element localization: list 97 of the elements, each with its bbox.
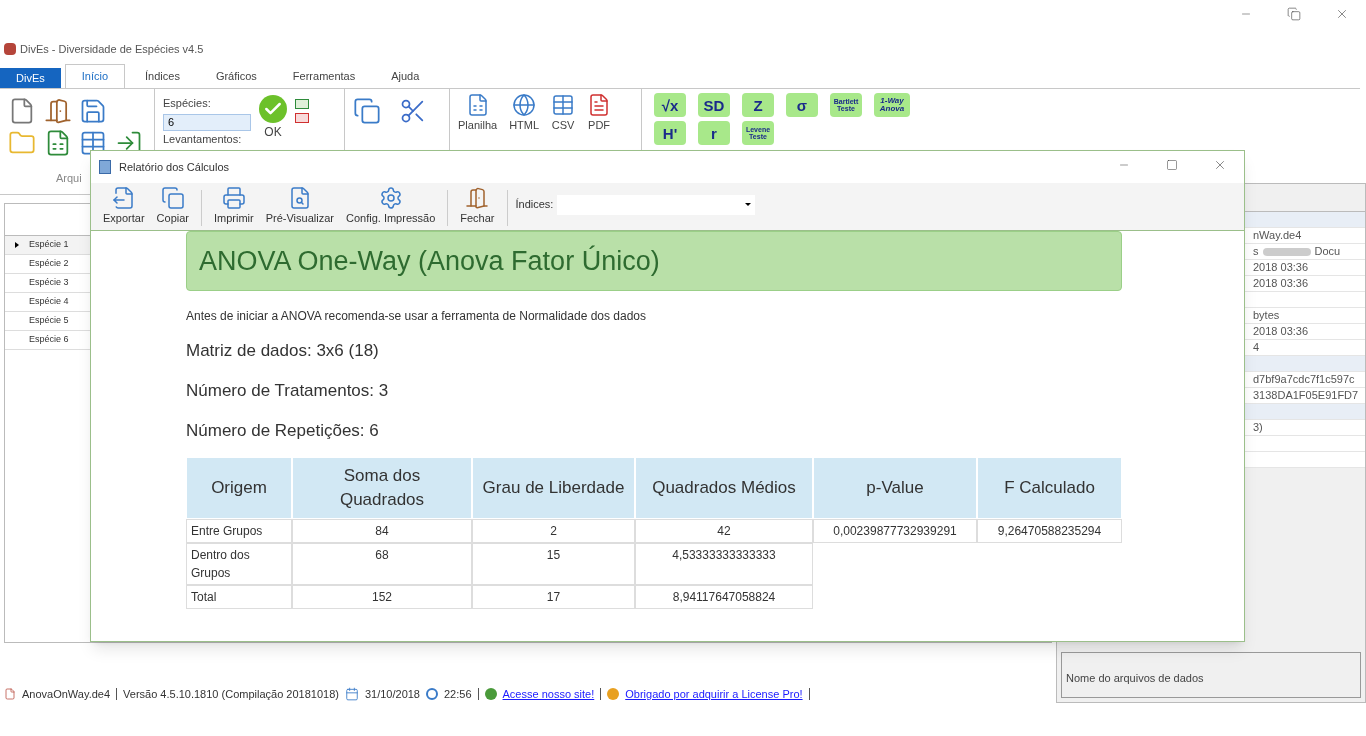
- toolbar-button[interactable]: Imprimir: [210, 185, 258, 226]
- table-cell: 68: [292, 543, 472, 585]
- file-icon: [4, 688, 16, 700]
- stat-button[interactable]: Z: [742, 93, 774, 117]
- table-cell: Entre Grupos: [186, 519, 292, 543]
- description-text: Nome do arquivos de dados: [1066, 672, 1204, 684]
- ribbon-tab[interactable]: Ajuda: [375, 64, 436, 88]
- species-field[interactable]: 6: [163, 113, 251, 131]
- column-header: F Calculado: [977, 457, 1122, 519]
- table-icon: [79, 129, 107, 157]
- door-icon: [43, 97, 72, 125]
- close-icon: [1213, 158, 1227, 172]
- table-cell: 15: [472, 543, 635, 585]
- calendar-icon: [344, 687, 359, 701]
- toolbar-button[interactable]: Fechar: [456, 185, 499, 226]
- ribbon-tab[interactable]: Ferramentas: [276, 64, 372, 88]
- window-title: DivEs - Diversidade de Espécies v4.5: [20, 41, 204, 57]
- license-link[interactable]: Obrigado por adquirir a License Pro!: [625, 685, 803, 703]
- copy-icon: [160, 185, 185, 210]
- stat-button[interactable]: 1-Way Anova: [874, 93, 910, 117]
- species-label: Espécies:: [163, 96, 212, 111]
- door-icon: [465, 185, 490, 210]
- export-button[interactable]: CSV: [551, 93, 576, 134]
- copy-icon: [353, 97, 381, 125]
- table-file-icon: [551, 93, 576, 117]
- table-cell: 17: [472, 585, 635, 609]
- toolbar-button[interactable]: Config. Impressão: [342, 185, 440, 226]
- table-cell: 0,00239877732939291: [813, 519, 977, 543]
- table-cell: Dentro dos Grupos: [186, 543, 292, 585]
- property-value: bytes: [1253, 308, 1280, 324]
- column-header: p-Value: [813, 457, 977, 519]
- property-value: 3): [1253, 420, 1263, 436]
- maximize-icon: [1166, 159, 1178, 171]
- table-cell: 152: [292, 585, 472, 609]
- indices-dropdown[interactable]: [557, 194, 756, 215]
- export-button[interactable]: PDF: [587, 93, 612, 134]
- column-header: Origem: [186, 457, 292, 519]
- property-value: 2018 03:36: [1253, 276, 1309, 292]
- settings-icon: [378, 185, 403, 210]
- export-button[interactable]: Planilha: [458, 93, 498, 134]
- status-time: 22:56: [444, 686, 472, 702]
- property-value: d7bf9a7cdc7f1c597c: [1253, 372, 1355, 388]
- group-label: Arqui: [56, 170, 83, 186]
- table-cell: Total: [186, 585, 292, 609]
- property-value: s: [1253, 244, 1259, 260]
- summary-line: Número de Repetições: 6: [186, 420, 380, 442]
- status-file: AnovaOnWay.de4: [22, 686, 111, 702]
- restore-icon: [1287, 7, 1301, 21]
- stat-button[interactable]: H': [654, 121, 686, 145]
- table-cell: 2: [472, 519, 635, 543]
- app-menu-tab[interactable]: DivEs: [0, 68, 61, 88]
- table-cell: 9,26470588235294: [977, 519, 1122, 543]
- property-value: 2018 03:36: [1253, 260, 1309, 276]
- dialog-title: Relatório dos Cálculos: [119, 159, 230, 175]
- column-header: Quadrados Médios: [635, 457, 813, 519]
- row-pointer-icon: [15, 242, 19, 248]
- property-value: 4: [1253, 340, 1260, 356]
- property-value: 3138DA1F05E91FD7: [1253, 388, 1359, 404]
- export-icon: [111, 185, 136, 210]
- property-value: nWay.de4: [1253, 228, 1302, 244]
- stat-button[interactable]: r: [698, 121, 730, 145]
- stat-button[interactable]: SD: [698, 93, 730, 117]
- column-header: Soma dos Quadrados: [292, 457, 472, 519]
- stat-button[interactable]: σ: [786, 93, 818, 117]
- stat-button[interactable]: √x: [654, 93, 686, 117]
- close-icon: [1335, 7, 1349, 21]
- property-value: Docu: [1314, 244, 1341, 260]
- property-value: 2018 03:36: [1253, 324, 1309, 340]
- surveys-label: Levantamentos:: [163, 132, 243, 146]
- toolbar-button[interactable]: Pré-Visualizar: [261, 185, 338, 226]
- toolbar-button[interactable]: Exportar: [99, 185, 149, 226]
- recommendation-text: Antes de iniciar a ANOVA recomenda-se usar a ferramenta de Normalidade dos dados: [186, 308, 648, 325]
- blurred-path: [1262, 247, 1311, 256]
- indices-label: Índices:: [515, 197, 554, 213]
- status-date: 31/10/2018: [364, 686, 420, 702]
- dropdown-arrow-icon: [745, 203, 752, 206]
- summary-line: Matriz de dados: 3x6 (18): [186, 340, 380, 362]
- table-cell: 84: [292, 519, 472, 543]
- ribbon-tab[interactable]: Início: [64, 64, 126, 88]
- table-cell: 42: [635, 519, 813, 543]
- status-version: Versão 4.5.10.1810 (Compilação 20181018): [123, 686, 339, 702]
- globe-file-icon: [512, 93, 537, 117]
- report-icon: [99, 160, 111, 174]
- species-row[interactable]: Espécie 1: [5, 236, 90, 255]
- table-cell: 4,53333333333333: [635, 543, 813, 585]
- heading-banner: ANOVA One-Way (Anova Fator Único): [186, 231, 1122, 291]
- column-header: Grau de Liberdade: [472, 457, 635, 519]
- export-button[interactable]: HTML: [509, 93, 540, 134]
- site-link[interactable]: Acesse nosso site!: [502, 685, 595, 703]
- printer-icon: [221, 185, 246, 210]
- save-icon: [79, 97, 107, 125]
- app-logo-icon: [4, 43, 16, 55]
- toolbar-button[interactable]: Copiar: [152, 185, 193, 226]
- summary-line: Número de Tratamentos: 3: [186, 380, 390, 402]
- ribbon-tab[interactable]: Gráficos: [199, 64, 273, 88]
- ribbon-tab[interactable]: Índices: [129, 64, 196, 88]
- table-cell: 8,94117647058824: [635, 585, 813, 609]
